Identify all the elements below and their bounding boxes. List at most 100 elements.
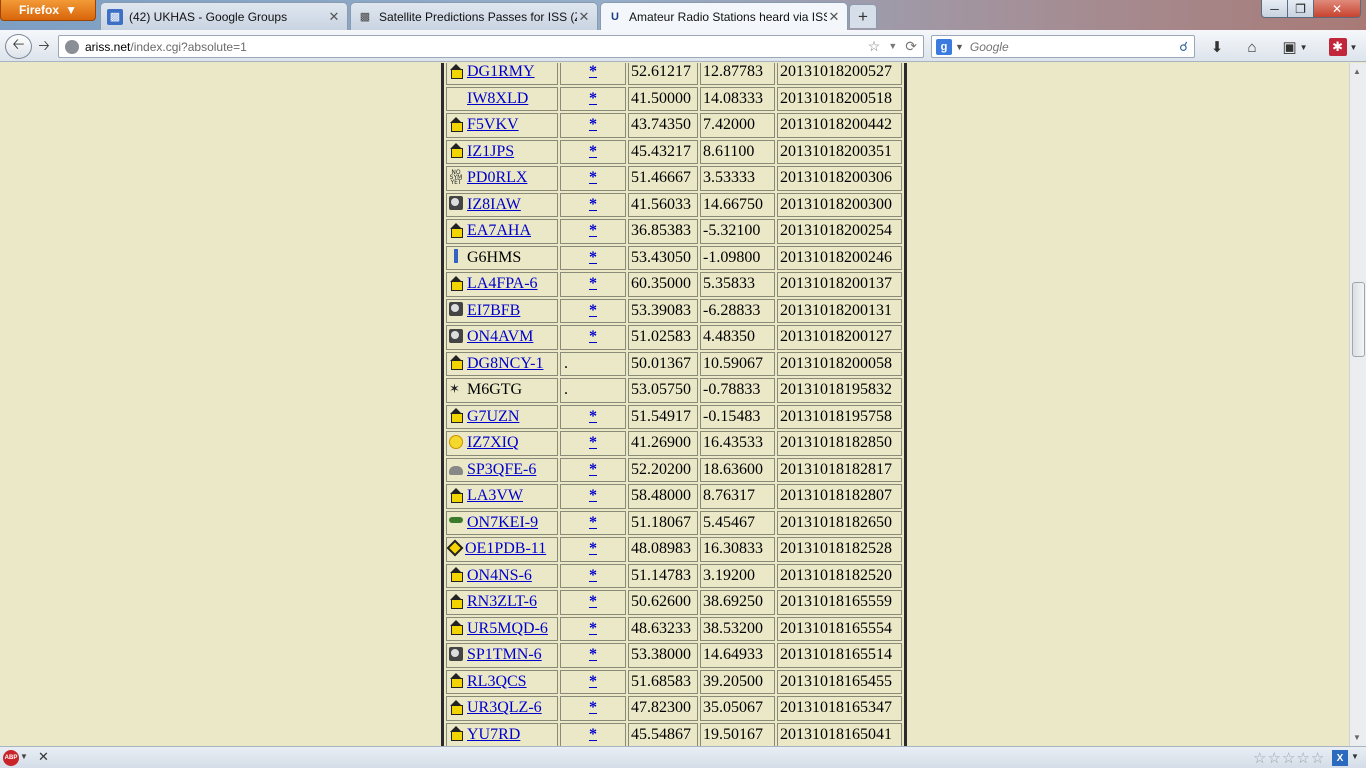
scroll-down-icon[interactable]: ▼ (1353, 733, 1361, 742)
close-icon[interactable]: ✕ (577, 9, 591, 25)
close-icon[interactable]: ✕ (38, 749, 49, 765)
callsign-link[interactable]: ON4NS-6 (467, 567, 532, 584)
callsign-link[interactable]: IZ1JPS (467, 143, 514, 160)
scroll-up-icon[interactable]: ▲ (1353, 67, 1361, 76)
rating-stars[interactable]: ☆ ☆ ☆ ☆ ☆ (1253, 749, 1324, 767)
marker-link[interactable]: * (589, 169, 597, 186)
marker-link[interactable]: * (589, 434, 597, 451)
marker-link[interactable]: * (589, 302, 597, 319)
callsign-link[interactable]: IW8XLD (467, 90, 528, 107)
marker-link[interactable]: * (589, 646, 597, 663)
marker-link[interactable]: * (589, 328, 597, 345)
bookmarks-menu-button[interactable]: ▣ ▼ (1278, 37, 1312, 57)
google-icon[interactable]: g (936, 38, 952, 55)
callsign-link[interactable]: LA4FPA-6 (467, 275, 538, 292)
new-tab-button[interactable]: + (849, 4, 877, 28)
forward-button[interactable]: 🡢 (34, 37, 54, 56)
marker-link[interactable]: * (589, 567, 597, 584)
adblock-icon[interactable]: ABP (3, 750, 19, 766)
marker-link[interactable]: * (589, 726, 597, 743)
marker-link[interactable]: * (589, 196, 597, 213)
callsign-cell: YU7RD (446, 722, 558, 746)
marker-link[interactable]: * (589, 116, 597, 133)
firefox-menu-button[interactable]: Firefox ▼ (0, 0, 96, 21)
callsign-link[interactable]: UR5MQD-6 (467, 620, 548, 637)
marker-link[interactable]: * (589, 249, 597, 266)
house-symbol-icon (449, 222, 463, 238)
callsign-link[interactable]: IZ7XIQ (467, 434, 519, 451)
latitude-cell: 45.54867 (628, 722, 698, 746)
callsign-link[interactable]: ON4AVM (467, 328, 533, 345)
callsign-link[interactable]: UR3QLZ-6 (467, 699, 542, 716)
callsign-link: G6HMS (467, 248, 522, 266)
marker-link[interactable]: * (589, 593, 597, 610)
star-icon[interactable]: ☆ (1267, 749, 1280, 767)
callsign-link[interactable]: DG1RMY (467, 63, 535, 80)
marker-link[interactable]: * (589, 275, 597, 292)
maximize-button[interactable]: ❐ (1287, 0, 1314, 18)
callsign-link[interactable]: PD0RLX (467, 169, 527, 186)
close-icon[interactable]: ✕ (327, 9, 341, 25)
marker-link[interactable]: * (589, 408, 597, 425)
star-icon[interactable]: ☆ (1311, 749, 1324, 767)
callsign-link[interactable]: F5VKV (467, 116, 519, 133)
callsign-link[interactable]: OE1PDB-11 (465, 540, 546, 557)
callsign-link[interactable]: LA3VW (467, 487, 523, 504)
chevron-down-icon[interactable]: ▼ (1351, 752, 1359, 761)
longitude-cell: 19.50167 (700, 722, 775, 746)
marker-link[interactable]: * (589, 540, 597, 557)
longitude-cell: -5.32100 (700, 219, 775, 244)
callsign-link[interactable]: SP3QFE-6 (467, 461, 536, 478)
tab-satellite-predictions[interactable]: ▩ Satellite Predictions Passes for ISS (… (350, 2, 598, 30)
marker-link[interactable]: * (589, 63, 597, 80)
scrollbar-thumb[interactable] (1352, 282, 1365, 357)
timestamp-cell: 20131018200137 (777, 272, 902, 297)
search-box[interactable]: g ▼ ☌ (931, 35, 1195, 58)
star-icon[interactable]: ☆ (1253, 749, 1266, 767)
callsign-link[interactable]: YU7RD (467, 726, 520, 743)
callsign-link[interactable]: ON7KEI-9 (467, 514, 538, 531)
url-bar[interactable]: ariss.net/index.cgi?absolute=1 ☆ ▼ ⟳ (58, 35, 924, 58)
marker-cell: * (560, 484, 626, 509)
marker-link[interactable]: * (589, 487, 597, 504)
marker-link[interactable]: * (589, 673, 597, 690)
star-icon[interactable]: ☆ (1282, 749, 1295, 767)
marker-link[interactable]: * (589, 699, 597, 716)
downloads-button[interactable]: ⬇ (1205, 37, 1229, 57)
reload-icon[interactable]: ⟳ (905, 38, 917, 55)
callsign-link[interactable]: RN3ZLT-6 (467, 593, 537, 610)
home-button[interactable]: ⌂ (1240, 37, 1264, 57)
vertical-scrollbar[interactable]: ▲ ▼ (1349, 63, 1366, 746)
callsign-link[interactable]: DG8NCY-1 (467, 355, 543, 372)
callsign-link[interactable]: RL3QCS (467, 673, 527, 690)
back-button[interactable]: 🡠 (5, 34, 32, 59)
chevron-down-icon[interactable]: ▼ (955, 42, 964, 52)
callsign-link[interactable]: IZ8IAW (467, 196, 521, 213)
marker-link[interactable]: * (589, 620, 597, 637)
latitude-cell: 60.35000 (628, 272, 698, 297)
chevron-down-icon[interactable]: ▼ (20, 752, 28, 761)
xmarks-icon[interactable]: X (1332, 750, 1348, 766)
marker-link[interactable]: * (589, 514, 597, 531)
search-input[interactable] (969, 39, 1170, 54)
addon-menu-button[interactable]: ✱ ▼ (1325, 37, 1361, 57)
dropdown-arrow-icon[interactable]: ▼ (888, 38, 897, 55)
marker-cell: * (560, 643, 626, 668)
callsign-link[interactable]: EI7BFB (467, 302, 520, 319)
minimize-button[interactable]: ─ (1261, 0, 1288, 18)
marker-link[interactable]: * (589, 461, 597, 478)
marker-link[interactable]: * (589, 143, 597, 160)
star-icon[interactable]: ☆ (1296, 749, 1309, 767)
tab-ariss[interactable]: U Amateur Radio Stations heard via ISS ✕ (600, 2, 848, 30)
search-icon[interactable]: ☌ (1179, 39, 1188, 55)
callsign-link[interactable]: SP1TMN-6 (467, 646, 542, 663)
marker-cell: * (560, 616, 626, 641)
marker-link[interactable]: * (589, 222, 597, 239)
tab-ukhas[interactable]: ▩ (42) UKHAS - Google Groups ✕ (100, 2, 348, 30)
close-window-button[interactable]: ✕ (1313, 0, 1361, 18)
callsign-link[interactable]: EA7AHA (467, 222, 531, 239)
bookmark-star-icon[interactable]: ☆ (868, 38, 881, 55)
callsign-link[interactable]: G7UZN (467, 408, 519, 425)
marker-link[interactable]: * (589, 90, 597, 107)
close-icon[interactable]: ✕ (827, 9, 841, 25)
